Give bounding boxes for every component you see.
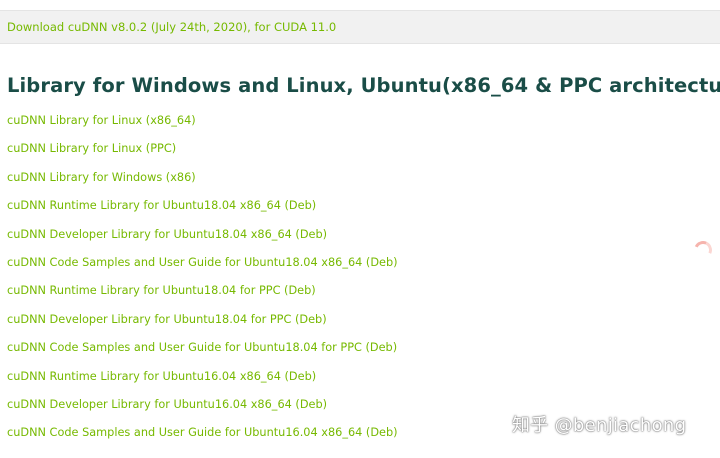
section-title: Library for Windows and Linux, Ubuntu(x8…: [7, 74, 720, 97]
list-item: cuDNN Library for Linux (PPC): [7, 139, 398, 167]
download-link-developer-ubuntu1804-x86[interactable]: cuDNN Developer Library for Ubuntu18.04 …: [7, 228, 327, 241]
list-item: cuDNN Code Samples and User Guide for Ub…: [7, 338, 398, 366]
list-item: cuDNN Developer Library for Ubuntu18.04 …: [7, 225, 398, 253]
list-item: cuDNN Library for Windows (x86): [7, 168, 398, 196]
list-item: cuDNN Developer Library for Ubuntu16.04 …: [7, 395, 398, 423]
list-item: cuDNN Runtime Library for Ubuntu18.04 fo…: [7, 281, 398, 309]
download-version-link[interactable]: Download cuDNN v8.0.2 (July 24th, 2020),…: [7, 20, 336, 34]
download-link-samples-ubuntu1804-ppc[interactable]: cuDNN Code Samples and User Guide for Ub…: [7, 341, 397, 354]
list-item: cuDNN Runtime Library for Ubuntu16.04 x8…: [7, 367, 398, 395]
download-link-developer-ubuntu1604-x86[interactable]: cuDNN Developer Library for Ubuntu16.04 …: [7, 398, 327, 411]
list-item: cuDNN Code Samples and User Guide for Ub…: [7, 253, 398, 281]
list-item: cuDNN Code Samples and User Guide for Ub…: [7, 423, 398, 451]
download-link-runtime-ubuntu1804-x86[interactable]: cuDNN Runtime Library for Ubuntu18.04 x8…: [7, 199, 316, 212]
list-item: cuDNN Developer Library for Ubuntu18.04 …: [7, 310, 398, 338]
download-link-runtime-ubuntu1604-x86[interactable]: cuDNN Runtime Library for Ubuntu16.04 x8…: [7, 370, 316, 383]
download-link-linux-x86[interactable]: cuDNN Library for Linux (x86_64): [7, 114, 196, 127]
watermark: 知乎 @benjiachong: [512, 415, 687, 436]
download-link-runtime-ubuntu1804-ppc[interactable]: cuDNN Runtime Library for Ubuntu18.04 fo…: [7, 284, 316, 297]
download-link-windows-x86[interactable]: cuDNN Library for Windows (x86): [7, 171, 196, 184]
download-link-list: cuDNN Library for Linux (x86_64) cuDNN L…: [7, 111, 398, 452]
list-item: cuDNN Runtime Library for Ubuntu18.04 x8…: [7, 196, 398, 224]
download-link-linux-ppc[interactable]: cuDNN Library for Linux (PPC): [7, 142, 176, 155]
download-page: Download cuDNN v8.0.2 (July 24th, 2020),…: [0, 0, 720, 458]
download-link-samples-ubuntu1804-x86[interactable]: cuDNN Code Samples and User Guide for Ub…: [7, 256, 398, 269]
download-link-developer-ubuntu1804-ppc[interactable]: cuDNN Developer Library for Ubuntu18.04 …: [7, 313, 327, 326]
loading-spinner-icon: [691, 238, 715, 262]
download-accordion-header[interactable]: Download cuDNN v8.0.2 (July 24th, 2020),…: [0, 10, 720, 44]
list-item: cuDNN Library for Linux (x86_64): [7, 111, 398, 139]
download-link-samples-ubuntu1604-x86[interactable]: cuDNN Code Samples and User Guide for Ub…: [7, 426, 398, 439]
